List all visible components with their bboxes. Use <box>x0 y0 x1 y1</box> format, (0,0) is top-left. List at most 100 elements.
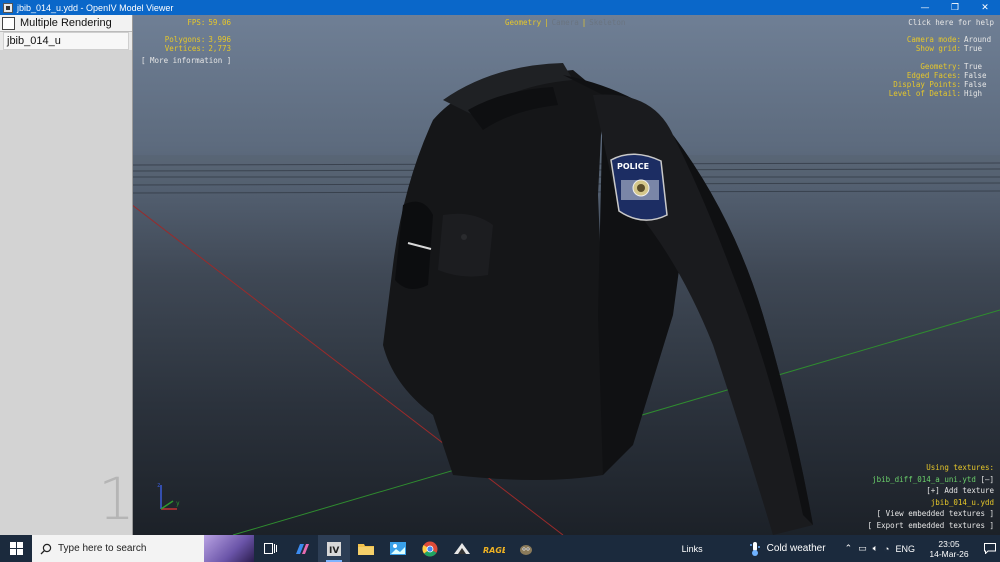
language-indicator[interactable]: ENG <box>895 544 915 554</box>
polygons-row: Polygons: 3,996 <box>141 35 231 44</box>
rage-app-icon: RAGE <box>483 546 505 555</box>
settings-overlay: Click here for help Camera mode: Around S… <box>889 18 994 98</box>
restore-button[interactable]: ❐ <box>940 0 970 15</box>
start-button[interactable] <box>0 535 32 562</box>
setting-label: Display Points: <box>893 80 961 89</box>
setting-value: True <box>964 44 983 53</box>
setting-label: Edged Faces: <box>906 71 961 80</box>
links-toolbar[interactable]: Links <box>682 544 703 554</box>
title-bar: jbib_014_u.ydd - OpenIV Model Viewer — ❐… <box>0 0 1000 15</box>
tab-geometry[interactable]: Geometry <box>505 18 541 27</box>
axis-z-label: z <box>157 482 161 489</box>
vertices-value: 2,773 <box>208 44 231 53</box>
chrome-icon <box>422 541 438 557</box>
model-list: jbib_014_u <box>0 32 132 50</box>
texture-entry: jbib_diff_014_a_uni.ytd [–] <box>868 474 994 486</box>
minimize-button[interactable]: — <box>910 0 940 15</box>
tray-icons: ⌃ ▭ 🔈︎ ◔ ENG <box>842 543 918 554</box>
fps-label: FPS: <box>187 18 206 27</box>
taskbar-search-box[interactable]: Type here to search <box>32 535 254 562</box>
taskbar-app-inkscape[interactable] <box>446 535 478 562</box>
axis-y-label: y <box>176 500 180 507</box>
fps-row: FPS: 59.06 <box>141 18 231 27</box>
clock-date: 14-Mar-26 <box>929 548 969 559</box>
fps-value: 59.06 <box>208 18 231 27</box>
taskbar-file-explorer[interactable] <box>350 535 382 562</box>
polygons-value: 3,996 <box>208 35 231 44</box>
photos-icon <box>390 542 406 555</box>
taskbar-app-gimp[interactable] <box>510 535 542 562</box>
model-file-label: jbib_014_u.ydd <box>930 497 994 507</box>
taskbar: Type here to search IV RAGE Links Cold w… <box>0 535 1000 562</box>
openiv-app-icon <box>3 2 13 13</box>
export-embedded-textures-button[interactable]: [ Export embedded textures ] <box>868 520 994 532</box>
setting-value: False <box>964 71 987 80</box>
polygons-label: Polygons: <box>164 35 206 44</box>
clock[interactable]: 23:05 14-Mar-26 <box>924 539 974 559</box>
notification-button[interactable] <box>980 543 1000 554</box>
viewport-scene: POLICE z y <box>133 63 1000 535</box>
setting-label: Camera mode: <box>906 35 961 44</box>
add-texture-button[interactable]: [+] Add texture <box>868 485 994 497</box>
setting-value: High <box>964 89 983 98</box>
wifi-icon[interactable]: ◔ <box>884 544 889 554</box>
svg-text:IV: IV <box>329 546 339 556</box>
search-placeholder: Type here to search <box>58 543 147 554</box>
multiple-rendering-checkbox[interactable] <box>2 16 15 30</box>
weather-label: Cold weather <box>766 543 826 554</box>
multiple-rendering-row[interactable]: Multiple Rendering <box>0 15 132 32</box>
mountain-app-icon <box>454 542 470 554</box>
task-view-button[interactable] <box>254 535 286 562</box>
setting-value: False <box>964 80 987 89</box>
more-information-link[interactable]: [ More information ] <box>141 56 231 65</box>
close-button[interactable]: ✕ <box>970 0 1000 15</box>
view-embedded-textures-button[interactable]: [ View embedded textures ] <box>868 508 994 520</box>
tab-skeleton[interactable]: Skeleton <box>589 18 625 27</box>
taskbar-app-rage[interactable]: RAGE <box>478 535 510 562</box>
setting-show-grid[interactable]: Show grid: True <box>889 44 994 53</box>
setting-edged-faces[interactable]: Edged Faces: False <box>889 71 994 80</box>
police-badge-icon: POLICE <box>610 153 668 221</box>
texture-remove-toggle[interactable]: [–] <box>980 475 994 484</box>
setting-camera-mode[interactable]: Camera mode: Around <box>889 35 994 44</box>
help-link[interactable]: Click here for help <box>889 18 994 27</box>
clock-time: 23:05 <box>938 538 960 549</box>
system-tray: Links Cold weather ⌃ ▭ 🔈︎ ◔ ENG 23:05 14… <box>682 535 1000 562</box>
tab-camera[interactable]: Camera <box>552 18 579 27</box>
viewport-index: 1 <box>98 465 135 533</box>
window-title: jbib_014_u.ydd - OpenIV Model Viewer <box>17 2 174 13</box>
openiv-icon: IV <box>327 541 341 556</box>
taskbar-photos[interactable] <box>382 535 414 562</box>
setting-display-points[interactable]: Display Points: False <box>889 80 994 89</box>
notification-icon <box>984 543 996 554</box>
volume-icon[interactable]: 🔈︎ <box>873 543 878 554</box>
setting-level-of-detail[interactable]: Level of Detail: High <box>889 89 994 98</box>
textures-heading: Using textures: <box>926 463 994 472</box>
vertices-row: Vertices: 2,773 <box>141 44 231 53</box>
taskbar-chrome[interactable] <box>414 535 446 562</box>
model-item-label: jbib_014_u <box>7 35 61 47</box>
task-view-icon <box>263 543 277 554</box>
textures-overlay: Using textures: jbib_diff_014_a_uni.ytd … <box>868 462 994 531</box>
search-icon <box>40 543 52 554</box>
setting-label: Geometry: <box>920 62 961 71</box>
taskbar-openiv[interactable]: IV <box>318 535 350 562</box>
model-list-panel: Multiple Rendering jbib_014_u 1 <box>0 15 135 535</box>
taskbar-copilot[interactable] <box>286 535 318 562</box>
battery-icon[interactable]: ▭ <box>858 543 867 554</box>
axis-gizmo-icon: z y <box>157 482 180 510</box>
viewer-mode-tabs: Geometry | Camera | Skeleton <box>505 18 626 27</box>
setting-value: True <box>964 62 983 71</box>
search-highlight-image <box>204 535 254 562</box>
chevron-up-icon[interactable]: ⌃ <box>845 543 853 554</box>
gimp-icon <box>520 544 532 555</box>
vertices-label: Vertices: <box>164 44 206 53</box>
window-controls: — ❐ ✕ <box>910 0 1000 15</box>
weather-widget[interactable]: Cold weather <box>749 541 826 556</box>
setting-geometry[interactable]: Geometry: True <box>889 62 994 71</box>
texture-file-link[interactable]: jbib_diff_014_a_uni.ytd <box>872 475 976 484</box>
model-list-item[interactable]: jbib_014_u <box>3 32 129 50</box>
setting-label: Level of Detail: <box>888 89 961 98</box>
copilot-icon <box>296 543 309 554</box>
model-viewport[interactable]: POLICE z y FPS: 59.06 Polygons: 3,996 Ve… <box>133 15 1000 535</box>
